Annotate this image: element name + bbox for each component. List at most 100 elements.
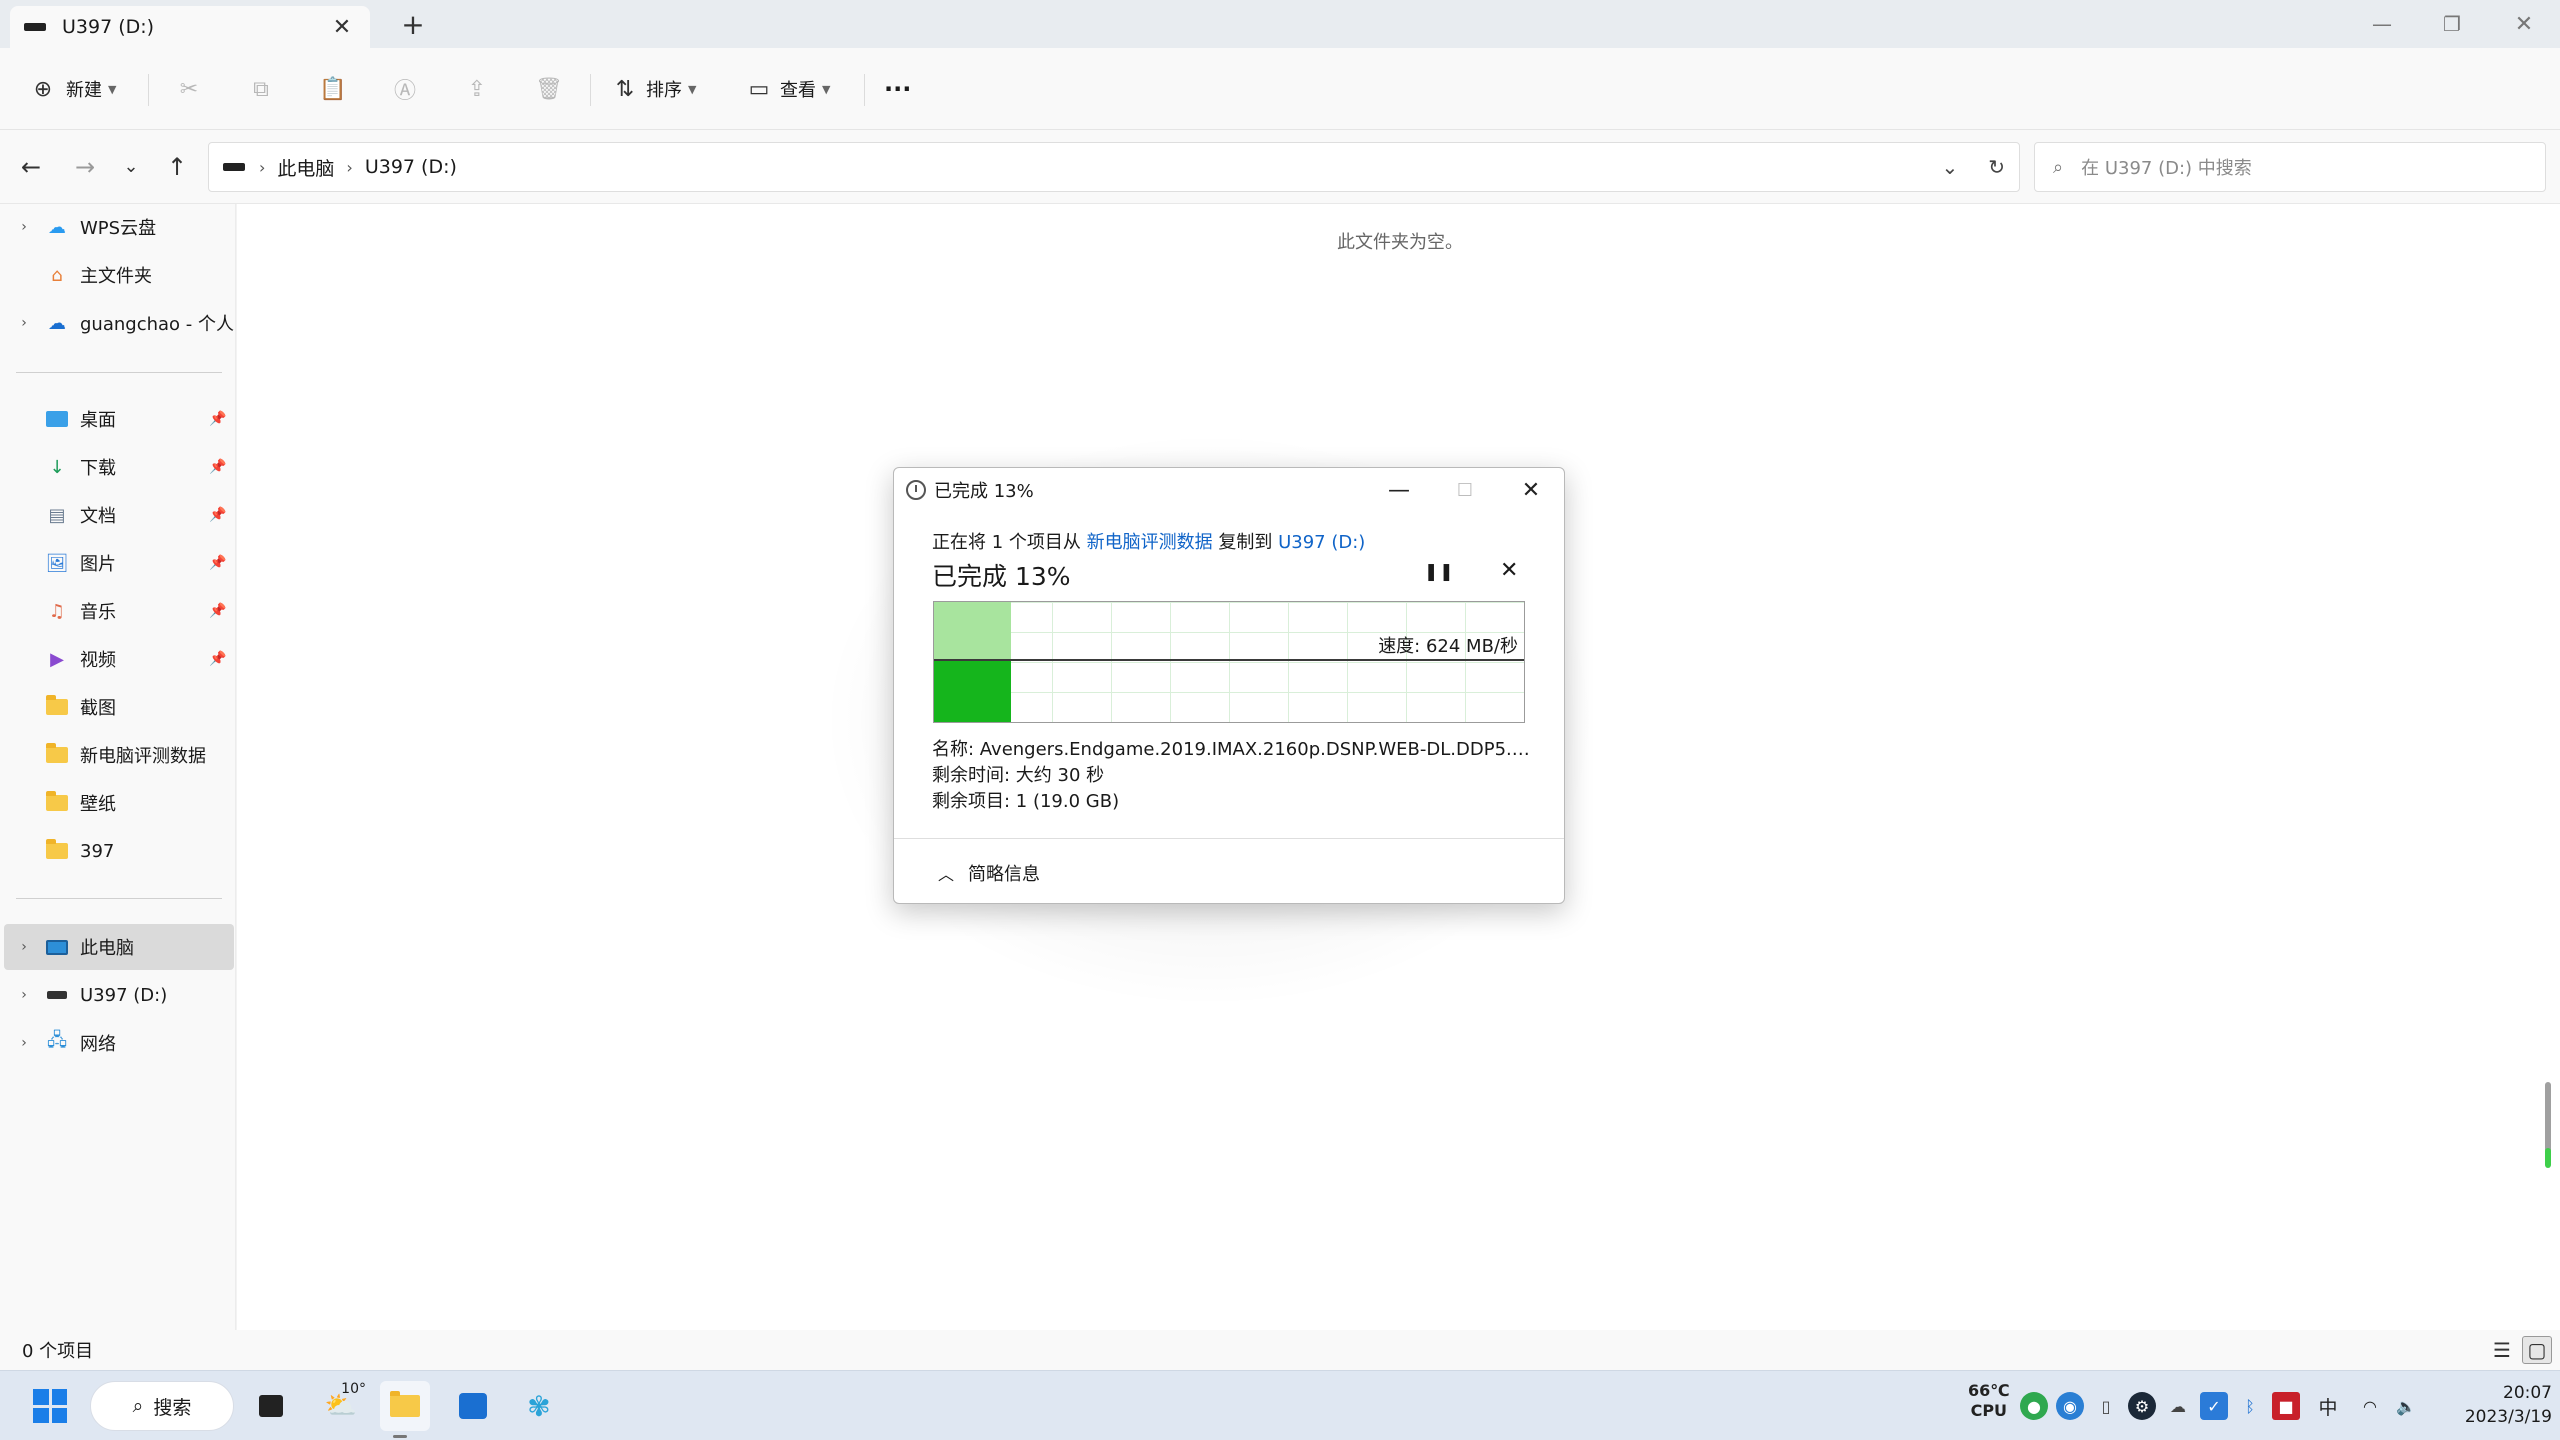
clock-time: 20:07 <box>2503 1383 2552 1403</box>
taskbar-search-button[interactable]: ⌕ 搜索 <box>90 1381 234 1431</box>
transfer-details: 名称: Avengers.Endgame.2019.IMAX.2160p.DSN… <box>932 737 1532 815</box>
back-button[interactable]: ← <box>14 150 48 184</box>
copy-button[interactable]: ⧉ <box>246 68 276 110</box>
new-button[interactable]: ⊕ 新建 ▼ <box>28 68 117 110</box>
store-taskbar-button[interactable] <box>448 1381 498 1431</box>
taskbar-clock[interactable]: 20:07 2023/3/19 <box>2440 1381 2552 1431</box>
refresh-icon[interactable]: ↻ <box>1988 155 2005 179</box>
expand-icon[interactable]: › <box>4 1035 44 1051</box>
bluetooth-icon[interactable]: ᛒ <box>2236 1392 2264 1420</box>
more-button[interactable]: ··· <box>884 68 911 110</box>
defender-icon[interactable]: ✓ <box>2200 1392 2228 1420</box>
expand-icon[interactable]: › <box>4 939 44 955</box>
view-button[interactable]: ▭ 查看 ▼ <box>744 68 831 110</box>
cancel-copy-button[interactable]: ✕ <box>1500 558 1518 583</box>
sidebar-item-videos[interactable]: ▶ 视频 📌 <box>4 636 234 682</box>
sidebar-item-this-pc[interactable]: › 此电脑 <box>4 924 234 970</box>
expand-icon[interactable]: › <box>4 315 44 331</box>
pause-button[interactable]: ❚❚ <box>1424 562 1455 582</box>
sidebar-item-downloads[interactable]: ↓ 下载 📌 <box>4 444 234 490</box>
divider <box>16 898 222 899</box>
weather-widget[interactable]: ⛅ 10° <box>316 1381 366 1431</box>
volume-icon[interactable]: 🔈 <box>2392 1392 2420 1420</box>
plus-circle-icon: ⊕ <box>33 76 53 102</box>
sidebar-item-network[interactable]: › 🖧 网络 <box>4 1020 234 1066</box>
sidebar-item-music[interactable]: ♫ 音乐 📌 <box>4 588 234 634</box>
minimize-button[interactable]: — <box>2346 0 2418 48</box>
items-remaining-row: 剩余项目: 1 (19.0 GB) <box>932 791 1120 812</box>
close-window-button[interactable]: ✕ <box>2488 0 2560 48</box>
rename-icon: Ⓐ <box>393 79 416 104</box>
paste-button[interactable]: 📋 <box>318 68 348 110</box>
pin-icon[interactable]: 📌 <box>206 555 230 571</box>
dialog-close-button[interactable]: ✕ <box>1498 468 1564 512</box>
weather-temp: 10° <box>341 1381 366 1397</box>
sidebar-item-review-data[interactable]: 新电脑评测数据 <box>4 732 234 778</box>
cloud-icon[interactable]: ☁ <box>2164 1392 2192 1420</box>
sidebar-item-label: 视频 <box>80 650 116 671</box>
sidebar-item-drive-d[interactable]: › U397 (D:) <box>4 972 234 1018</box>
start-button[interactable] <box>28 1381 72 1431</box>
music-icon: ♫ <box>48 600 66 622</box>
pin-icon[interactable]: 📌 <box>206 459 230 475</box>
input-method-indicator[interactable]: 中 <box>2308 1392 2348 1420</box>
up-button[interactable]: ↑ <box>160 150 194 184</box>
share-button[interactable]: ⇪ <box>462 68 492 110</box>
sidebar-item-desktop[interactable]: 桌面 📌 <box>4 396 234 442</box>
tiles-view-icon[interactable]: ▢ <box>2522 1336 2552 1364</box>
tray-app-icon[interactable]: ● <box>2020 1392 2048 1420</box>
sidebar-item-label: 桌面 <box>80 410 116 431</box>
dialog-minimize-button[interactable]: — <box>1366 468 1432 512</box>
folder-icon <box>44 743 70 766</box>
pin-icon[interactable]: 📌 <box>206 651 230 667</box>
usb-icon[interactable]: ▯ <box>2092 1392 2120 1420</box>
destination-link[interactable]: U397 (D:) <box>1278 532 1365 553</box>
wifi-icon[interactable]: ◠ <box>2356 1392 2384 1420</box>
transfer-speed: 速度: 624 MB/秒 <box>1378 636 1518 657</box>
chevron-down-icon: ▼ <box>688 82 697 96</box>
app-taskbar-button[interactable]: ✾ <box>514 1381 564 1431</box>
expand-icon[interactable]: › <box>4 987 44 1003</box>
sidebar-item-home[interactable]: ⌂ 主文件夹 <box>4 252 234 298</box>
steam-icon[interactable]: ⚙ <box>2128 1392 2156 1420</box>
sidebar-item-wallpaper[interactable]: 壁纸 <box>4 780 234 826</box>
restore-button[interactable]: ❐ <box>2416 0 2488 48</box>
search-input[interactable]: ⌕ 在 U397 (D:) 中搜索 <box>2034 142 2546 192</box>
chevron-right-icon: › <box>346 157 353 177</box>
delete-button[interactable]: 🗑 <box>534 68 564 110</box>
rename-button[interactable]: Ⓐ <box>390 68 420 110</box>
command-bar: ⊕ 新建 ▼ ✂ ⧉ 📋 Ⓐ ⇪ 🗑 ⇅ 排序 ▼ ▭ 查看 ▼ ··· <box>0 48 2560 130</box>
task-view-button[interactable] <box>246 1381 296 1431</box>
source-link[interactable]: 新电脑评测数据 <box>1087 532 1213 553</box>
sidebar-item-pictures[interactable]: 🖼 图片 📌 <box>4 540 234 586</box>
cut-button[interactable]: ✂ <box>174 68 204 110</box>
file-explorer-taskbar-button[interactable] <box>380 1381 430 1431</box>
cpu-temperature[interactable]: 66℃ CPU <box>1968 1381 2010 1431</box>
new-tab-button[interactable]: + <box>396 8 430 42</box>
pin-icon[interactable]: 📌 <box>206 507 230 523</box>
sidebar-item-label: U397 (D:) <box>80 984 168 1006</box>
breadcrumb-this-pc[interactable]: 此电脑 <box>277 154 334 181</box>
sort-button[interactable]: ⇅ 排序 ▼ <box>610 68 697 110</box>
sidebar-item-397[interactable]: 397 <box>4 828 234 874</box>
sidebar-item-screenshots[interactable]: 截图 <box>4 684 234 730</box>
sidebar-item-wps-cloud[interactable]: › ☁ WPS云盘 <box>4 204 234 250</box>
forward-button[interactable]: → <box>68 150 102 184</box>
pin-icon[interactable]: 📌 <box>206 603 230 619</box>
chevron-down-icon: ▼ <box>822 82 831 96</box>
tray-app-icon[interactable]: ■ <box>2272 1392 2300 1420</box>
address-history-icon[interactable]: ⌄ <box>1941 155 1958 179</box>
address-bar[interactable]: › 此电脑 › U397 (D:) ⌄ ↻ <box>208 142 2020 192</box>
tab-u397[interactable]: U397 (D:) ✕ <box>10 6 370 48</box>
sidebar-item-documents[interactable]: ▤ 文档 📌 <box>4 492 234 538</box>
fewer-details-button[interactable]: ︿ 简略信息 <box>938 860 1040 886</box>
expand-icon[interactable]: › <box>4 219 44 235</box>
recent-dropdown-button[interactable]: ⌄ <box>114 150 148 184</box>
sidebar-item-onedrive[interactable]: › ☁ guangchao - 个人 <box>4 300 234 346</box>
details-view-icon[interactable]: ☰ <box>2487 1336 2517 1364</box>
tray-app-icon[interactable]: ◉ <box>2056 1392 2084 1420</box>
breadcrumb-drive[interactable]: U397 (D:) <box>365 156 457 178</box>
tab-close-icon[interactable]: ✕ <box>328 15 356 40</box>
sidebar-item-label: 此电脑 <box>80 938 134 959</box>
pin-icon[interactable]: 📌 <box>206 411 230 427</box>
